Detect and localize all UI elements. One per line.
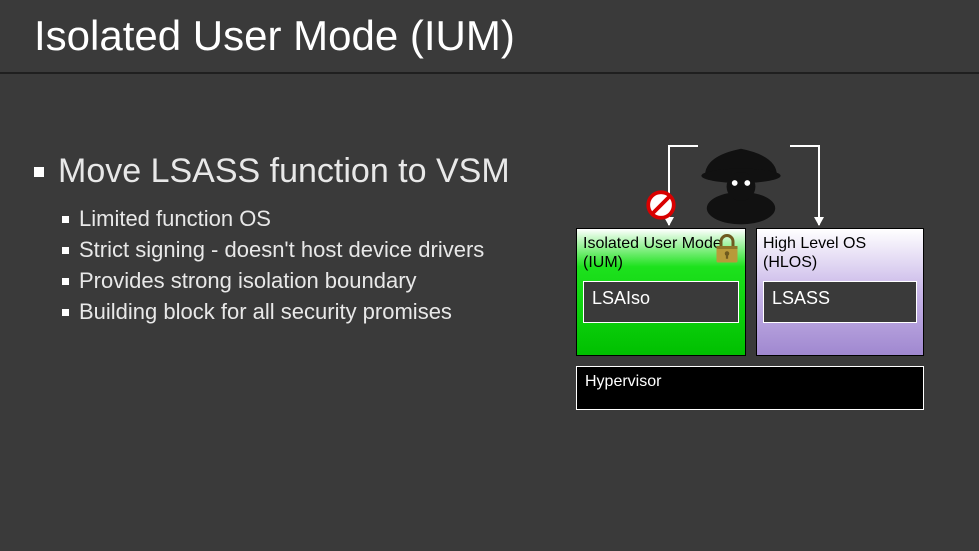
sub-bullet: Limited function OS bbox=[62, 206, 484, 232]
bullet-square bbox=[34, 167, 44, 177]
sub-bullet-text: Provides strong isolation boundary bbox=[79, 268, 417, 294]
bullet-square bbox=[62, 309, 69, 316]
lsaiso-box: LSAIso bbox=[583, 281, 739, 323]
sub-bullet-text: Limited function OS bbox=[79, 206, 271, 232]
sub-bullet-list: Limited function OS Strict signing - doe… bbox=[62, 206, 484, 325]
hlos-label: High Level OS (HLOS) bbox=[763, 234, 917, 272]
hlos-box: High Level OS (HLOS) LSASS bbox=[756, 228, 924, 356]
sub-bullet-text: Strict signing - doesn't host device dri… bbox=[79, 237, 484, 263]
bullet-square bbox=[62, 278, 69, 285]
sub-bullet: Building block for all security promises bbox=[62, 299, 484, 325]
bullet-square bbox=[62, 216, 69, 223]
lock-icon bbox=[712, 232, 742, 266]
sub-bullet: Provides strong isolation boundary bbox=[62, 268, 484, 294]
no-entry-icon bbox=[646, 190, 676, 220]
lsass-box: LSASS bbox=[763, 281, 917, 323]
sub-bullet-text: Building block for all security promises bbox=[79, 299, 452, 325]
hypervisor-box: Hypervisor bbox=[576, 366, 924, 410]
title-underline bbox=[0, 72, 979, 74]
hacker-icon bbox=[696, 138, 786, 228]
main-bullet: Move LSASS function to VSM bbox=[34, 152, 510, 191]
arrow-to-hlos bbox=[818, 145, 820, 225]
slide-title: Isolated User Mode (IUM) bbox=[34, 12, 515, 60]
sub-bullet: Strict signing - doesn't host device dri… bbox=[62, 237, 484, 263]
main-bullet-text: Move LSASS function to VSM bbox=[58, 152, 510, 191]
bullet-square bbox=[62, 247, 69, 254]
